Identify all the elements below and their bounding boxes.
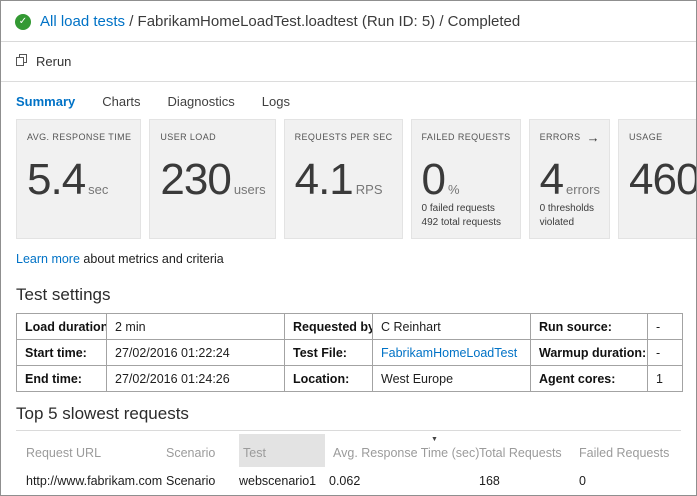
- metric-note: 492 total requests: [422, 216, 511, 230]
- setting-value: -: [648, 340, 683, 366]
- cell-failed-requests: 0: [579, 467, 683, 495]
- setting-label: Agent cores:: [531, 366, 648, 392]
- setting-label: Run source:: [531, 314, 648, 340]
- breadcrumb-bar: ✓ All load tests / FabrikamHomeLoadTest.…: [1, 1, 696, 42]
- settings-row: End time: 27/02/2016 01:24:26 Location: …: [17, 366, 683, 392]
- sort-desc-icon: ▼: [431, 436, 438, 443]
- cell-test: webscenario1: [239, 467, 329, 495]
- metric-value: 4.1: [295, 158, 353, 202]
- col-avg-response-time[interactable]: ▼ Avg. Response Time (sec): [329, 434, 479, 467]
- request-row: http://www.fabrikam.com Scenario webscen…: [16, 467, 683, 495]
- col-scenario[interactable]: Scenario: [166, 434, 239, 467]
- card-title: ERRORS: [540, 132, 581, 143]
- settings-row: Load duration: 2 min Requested by: C Rei…: [17, 314, 683, 340]
- learn-more-line: Learn more about metrics and criteria: [16, 252, 681, 266]
- card-title: AVG. RESPONSE TIME: [27, 132, 131, 143]
- metric-card-usage: USAGE 460 VUMs: [618, 119, 697, 239]
- metric-cards: AVG. RESPONSE TIME 5.4 sec USER LOAD 230…: [16, 119, 681, 239]
- cell-total-requests: 168: [479, 467, 579, 495]
- metric-unit: RPS: [356, 182, 383, 197]
- cell-scenario: Scenario: [166, 467, 239, 495]
- test-file-link[interactable]: FabrikamHomeLoadTest: [381, 346, 517, 360]
- setting-label: Location:: [285, 366, 373, 392]
- metric-card-user-load: USER LOAD 230 users: [149, 119, 275, 239]
- card-title: USAGE: [629, 132, 663, 143]
- setting-value: FabrikamHomeLoadTest: [373, 340, 531, 366]
- toolbar: Rerun: [1, 42, 696, 82]
- rerun-icon: [15, 53, 28, 70]
- setting-label: Start time:: [17, 340, 107, 366]
- requests-header-row: Request URL Scenario Test ▼ Avg. Response…: [16, 434, 683, 467]
- card-title: USER LOAD: [160, 132, 216, 143]
- metric-value: 230: [160, 158, 230, 202]
- metric-card-failed-requests: FAILED REQUESTS 0 % 0 failed requests 49…: [411, 119, 521, 239]
- load-test-results-page: ✓ All load tests / FabrikamHomeLoadTest.…: [0, 0, 697, 496]
- rerun-button[interactable]: Rerun: [15, 53, 71, 70]
- success-check-icon: ✓: [15, 14, 31, 30]
- col-test[interactable]: Test: [239, 434, 329, 467]
- tab-bar: Summary Charts Diagnostics Logs: [16, 91, 696, 111]
- test-settings-heading: Test settings: [16, 284, 681, 306]
- setting-value: 27/02/2016 01:24:26: [107, 366, 285, 392]
- setting-value: West Europe: [373, 366, 531, 392]
- setting-value: 27/02/2016 01:22:24: [107, 340, 285, 366]
- learn-more-link[interactable]: Learn more: [16, 252, 80, 266]
- metric-note: 0 failed requests: [422, 202, 511, 216]
- setting-value: -: [648, 314, 683, 340]
- metric-note: 0 thresholds violated: [540, 202, 600, 230]
- breadcrumb: All load tests / FabrikamHomeLoadTest.lo…: [40, 13, 520, 30]
- col-request-url[interactable]: Request URL: [16, 434, 166, 467]
- metric-unit: sec: [88, 182, 108, 197]
- metric-unit: errors: [566, 182, 600, 197]
- setting-value: 1: [648, 366, 683, 392]
- breadcrumb-current: / FabrikamHomeLoadTest.loadtest (Run ID:…: [125, 13, 520, 30]
- metric-unit: users: [234, 182, 266, 197]
- setting-label: End time:: [17, 366, 107, 392]
- all-load-tests-link[interactable]: All load tests: [40, 13, 125, 30]
- tab-logs[interactable]: Logs: [262, 94, 290, 109]
- setting-value: 2 min: [107, 314, 285, 340]
- cell-request-url: http://www.fabrikam.com: [16, 467, 166, 495]
- tab-charts[interactable]: Charts: [102, 94, 140, 109]
- card-title: REQUESTS PER SEC: [295, 132, 393, 143]
- card-title: FAILED REQUESTS: [422, 132, 511, 143]
- col-total-requests[interactable]: Total Requests: [479, 434, 579, 467]
- metric-notes: 0 thresholds violated: [540, 202, 600, 230]
- metric-card-requests-per-sec: REQUESTS PER SEC 4.1 RPS: [284, 119, 403, 239]
- setting-label: Load duration:: [17, 314, 107, 340]
- metric-card-errors: ERRORS → 4 errors 0 thresholds violated: [529, 119, 610, 239]
- settings-row: Start time: 27/02/2016 01:22:24 Test Fil…: [17, 340, 683, 366]
- learn-more-text: about metrics and criteria: [80, 252, 224, 266]
- setting-label: Test File:: [285, 340, 373, 366]
- col-avg-response-time-label: Avg. Response Time (sec): [333, 446, 479, 460]
- test-settings-table: Load duration: 2 min Requested by: C Rei…: [16, 313, 683, 392]
- metric-value: 5.4: [27, 158, 85, 202]
- tab-diagnostics[interactable]: Diagnostics: [168, 94, 235, 109]
- errors-detail-arrow-icon[interactable]: →: [587, 133, 600, 143]
- col-failed-requests[interactable]: Failed Requests: [579, 434, 683, 467]
- slowest-requests-heading: Top 5 slowest requests: [16, 403, 681, 431]
- rerun-label: Rerun: [36, 54, 71, 69]
- metric-value: 4: [540, 158, 563, 202]
- metric-card-avg-response-time: AVG. RESPONSE TIME 5.4 sec: [16, 119, 141, 239]
- cell-avg-response-time: 0.062: [329, 467, 479, 495]
- metric-unit: %: [448, 182, 460, 197]
- tab-summary[interactable]: Summary: [16, 94, 75, 109]
- setting-label: Warmup duration:: [531, 340, 648, 366]
- metric-notes: 0 failed requests 492 total requests: [422, 202, 511, 230]
- setting-value: C Reinhart: [373, 314, 531, 340]
- metric-value: 0: [422, 158, 445, 202]
- slowest-requests-table: Request URL Scenario Test ▼ Avg. Response…: [16, 434, 683, 495]
- setting-label: Requested by:: [285, 314, 373, 340]
- metric-value: 460: [629, 158, 697, 202]
